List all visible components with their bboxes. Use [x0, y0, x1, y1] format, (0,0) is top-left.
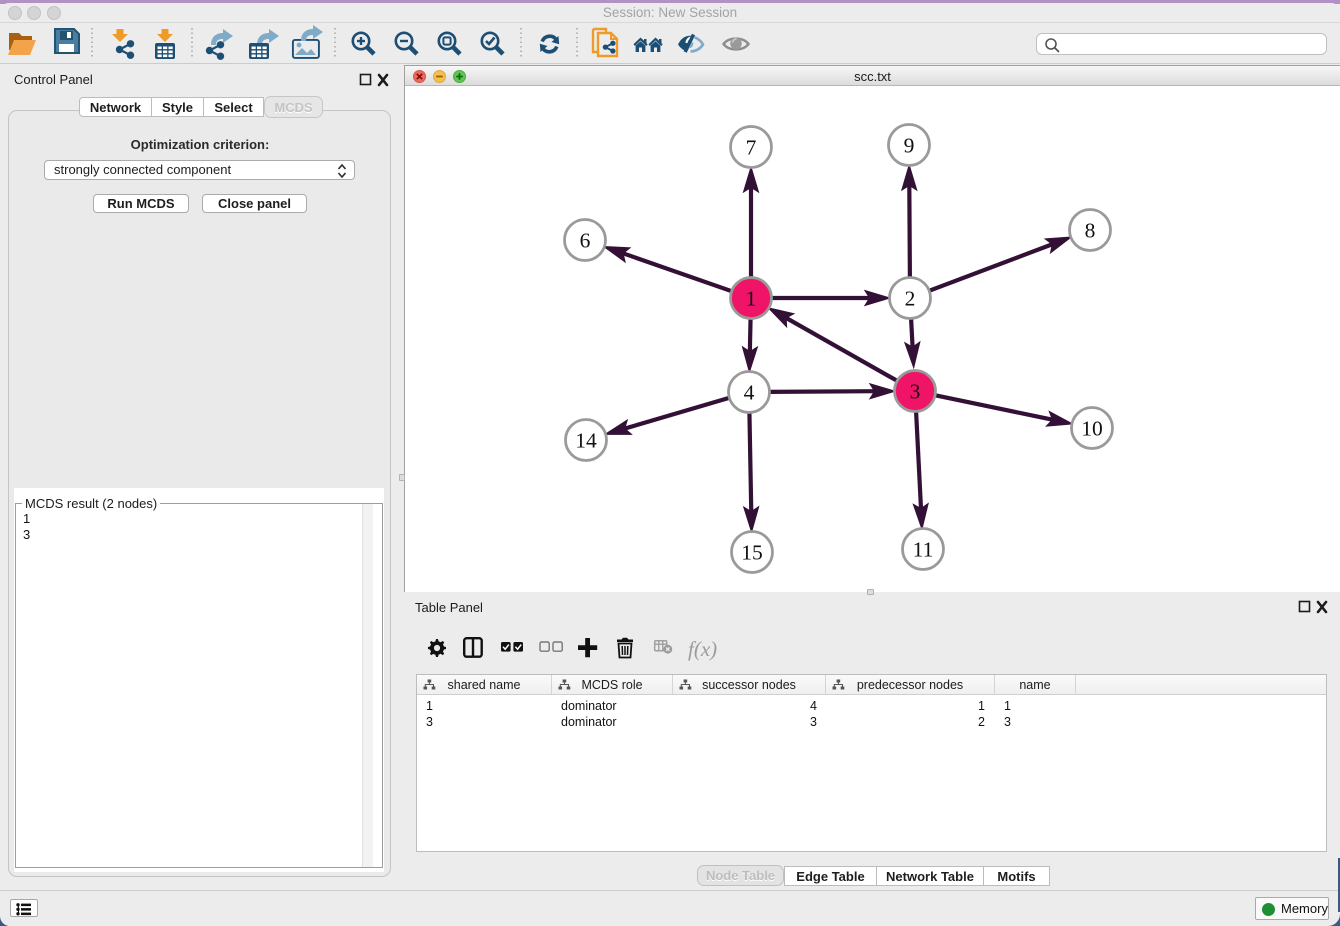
svg-text:f(x): f(x) — [688, 637, 717, 661]
